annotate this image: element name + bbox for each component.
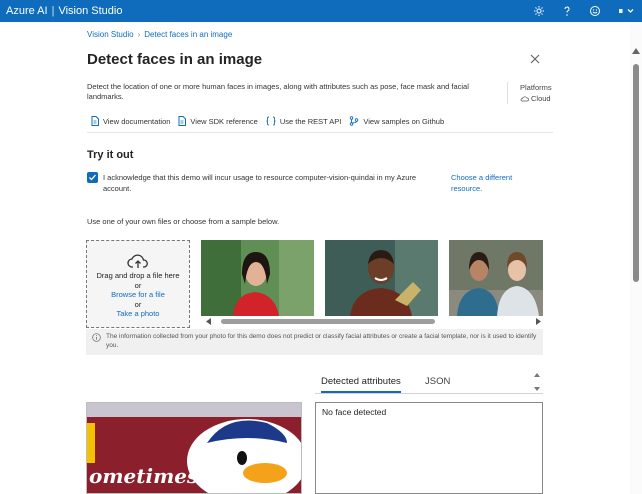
try-it-out-heading: Try it out bbox=[87, 149, 134, 161]
tabs-underline bbox=[315, 393, 543, 394]
cloud-icon bbox=[520, 96, 529, 102]
breadcrumb-current[interactable]: Detect faces in an image bbox=[144, 30, 232, 39]
main-content: Vision Studio › Detect faces in an image D… bbox=[0, 22, 630, 494]
page-title: Detect faces in an image bbox=[87, 51, 263, 68]
choose-resource-link[interactable]: Choose a different resource. bbox=[451, 172, 531, 194]
close-icon[interactable] bbox=[528, 52, 542, 66]
view-documentation-link[interactable]: View documentation bbox=[91, 116, 170, 126]
cloud-upload-icon bbox=[127, 253, 149, 269]
branch-icon bbox=[350, 116, 359, 126]
selected-image-preview: ometimes bbox=[86, 402, 302, 494]
view-samples-github-link[interactable]: View samples on Github bbox=[349, 116, 444, 126]
resource-links: View documentation View SDK reference Us… bbox=[91, 116, 444, 126]
upload-dropzone[interactable]: Drag and drop a file here or Browse for … bbox=[86, 240, 190, 328]
gear-icon[interactable] bbox=[532, 4, 546, 18]
acknowledge-checkbox[interactable] bbox=[87, 172, 98, 183]
checkmark-icon bbox=[89, 174, 96, 181]
brand-separator: | bbox=[51, 5, 55, 17]
preview-overlay-text: ometimes bbox=[89, 464, 198, 488]
breadcrumb-root[interactable]: Vision Studio bbox=[87, 30, 134, 39]
app-name: Vision Studio bbox=[58, 5, 123, 17]
page-description: Detect the location of one or more human… bbox=[87, 82, 469, 101]
code-braces-icon bbox=[266, 116, 276, 126]
scroll-left-icon[interactable] bbox=[206, 318, 212, 325]
sample-image-2[interactable] bbox=[325, 240, 438, 316]
top-icons bbox=[532, 0, 636, 22]
view-samples-github-label: View samples on Github bbox=[363, 116, 445, 126]
section-divider bbox=[87, 132, 553, 133]
scroll-up-icon[interactable] bbox=[632, 48, 640, 54]
view-documentation-label: View documentation bbox=[103, 116, 171, 126]
samples-horizontal-scrollbar[interactable] bbox=[201, 317, 543, 326]
or-text: or bbox=[134, 299, 142, 309]
tabs-scroll-arrows[interactable] bbox=[533, 372, 541, 392]
view-sdk-reference-link[interactable]: View SDK reference bbox=[178, 116, 258, 126]
scroll-right-icon[interactable] bbox=[535, 318, 541, 325]
help-icon[interactable] bbox=[560, 4, 574, 18]
privacy-info-text: The information collected from your phot… bbox=[106, 333, 537, 349]
scroll-up-down-icon[interactable] bbox=[533, 372, 541, 392]
privacy-info-bar: The information collected from your phot… bbox=[86, 329, 543, 355]
use-rest-api-label: Use the REST API bbox=[279, 116, 342, 126]
detected-attributes-panel: No face detected bbox=[315, 402, 543, 494]
platforms-label: Platforms bbox=[520, 83, 552, 92]
view-sdk-reference-label: View SDK reference bbox=[190, 116, 258, 126]
platforms-value: Cloud bbox=[531, 94, 551, 103]
top-bar: Azure AI | Vision Studio bbox=[0, 0, 642, 22]
or-text: or bbox=[134, 280, 142, 290]
scrollbar-thumb[interactable] bbox=[221, 319, 435, 324]
tab-detected-attributes[interactable]: Detected attributes bbox=[321, 376, 401, 393]
browse-file-link[interactable]: Browse for a file bbox=[87, 290, 189, 300]
feedback-smiley-icon[interactable] bbox=[588, 4, 602, 18]
tab-json[interactable]: JSON bbox=[425, 376, 450, 387]
account-menu-icon[interactable] bbox=[616, 4, 636, 18]
page-scrollbar-thumb[interactable] bbox=[633, 64, 639, 282]
acknowledge-text: I acknowledge that this demo will incur … bbox=[103, 173, 417, 193]
use-own-files-text: Use one of your own files or choose from… bbox=[87, 217, 280, 226]
breadcrumb-chevron: › bbox=[137, 30, 141, 39]
no-face-detected-text: No face detected bbox=[322, 407, 387, 417]
platforms: Platforms Cloud bbox=[507, 82, 552, 104]
sample-image-3[interactable] bbox=[449, 240, 543, 316]
brand[interactable]: Azure AI | Vision Studio bbox=[0, 5, 122, 17]
breadcrumb: Vision Studio › Detect faces in an image bbox=[87, 30, 232, 39]
take-photo-link[interactable]: Take a photo bbox=[87, 309, 189, 319]
sample-image-1[interactable] bbox=[201, 240, 314, 316]
document-icon bbox=[91, 116, 99, 126]
drag-drop-text: Drag and drop a file here bbox=[96, 271, 180, 280]
page-vertical-scrollbar[interactable] bbox=[630, 22, 642, 494]
use-rest-api-link[interactable]: Use the REST API bbox=[266, 116, 342, 126]
product-name: Azure AI bbox=[6, 5, 48, 17]
info-icon bbox=[92, 333, 101, 342]
document-icon bbox=[178, 116, 187, 126]
